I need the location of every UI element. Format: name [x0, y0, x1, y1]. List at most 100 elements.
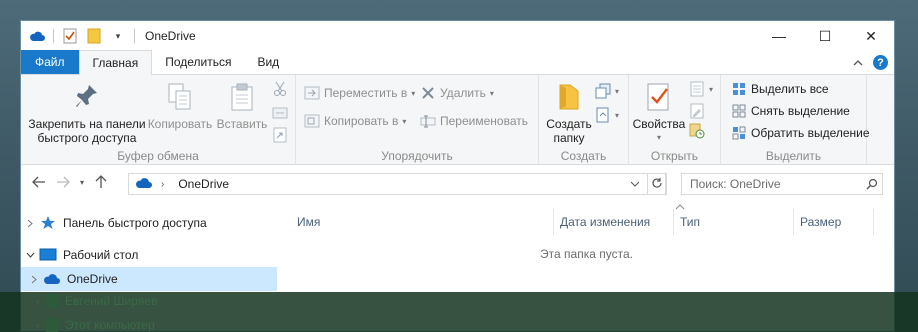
paste-button[interactable]: Вставить — [216, 81, 268, 131]
delete-button[interactable]: Удалить ▾ — [420, 85, 494, 101]
select-none-icon — [731, 103, 747, 119]
invert-selection-icon — [731, 125, 747, 141]
nav-item-quick-access[interactable]: Панель быстрого доступа — [21, 211, 277, 235]
minimize-button[interactable]: — — [756, 21, 802, 51]
group-open: Свойства ▾ ▾ Открыть — [629, 75, 721, 165]
easy-access-icon — [595, 107, 611, 123]
desktop-icon — [39, 247, 57, 263]
chevron-down-icon[interactable] — [21, 252, 39, 258]
copy-button[interactable]: Копировать — [147, 81, 213, 131]
help-icon[interactable]: ? — [873, 55, 888, 70]
toolbar-separator — [134, 29, 135, 43]
group-clipboard: Закрепить на панели быстрого доступа Коп… — [21, 75, 296, 165]
group-label-select: Выделить — [765, 149, 822, 163]
history-icon — [689, 123, 705, 139]
breadcrumb-location[interactable]: OneDrive — [178, 177, 229, 191]
maximize-button[interactable]: ☐ — [802, 21, 848, 51]
copy-path-button[interactable] — [272, 105, 288, 121]
tab-share[interactable]: Поделиться — [152, 50, 244, 74]
nav-item-this-pc[interactable]: › Этот компьютер — [36, 318, 155, 332]
chevron-down-icon: ▾ — [489, 88, 494, 98]
easy-access-button[interactable]: ▾ — [595, 107, 619, 123]
new-item-button[interactable]: ▾ — [595, 83, 619, 99]
properties-button[interactable]: Свойства ▾ — [631, 81, 687, 145]
customize-qat-icon[interactable]: ▾ — [110, 28, 126, 44]
refresh-button[interactable] — [647, 173, 667, 195]
history-button[interactable] — [689, 123, 705, 139]
chevron-right-icon[interactable] — [21, 219, 39, 228]
open-button[interactable]: ▾ — [689, 81, 713, 97]
chevron-right-icon[interactable] — [25, 275, 43, 284]
column-header-size[interactable]: Размер — [794, 211, 874, 233]
open-icon — [689, 81, 705, 97]
invert-selection-label: Обратить выделение — [751, 126, 870, 140]
pin-label-line2: быстрого доступа — [37, 131, 137, 145]
nav-item-user[interactable]: › Евгений Ширяев — [36, 294, 157, 308]
column-header-type[interactable]: Тип — [674, 211, 794, 233]
select-none-button[interactable]: Снять выделение — [731, 103, 850, 119]
new-folder-button[interactable]: Создать папку — [543, 81, 595, 145]
column-header-name[interactable]: Имя — [291, 211, 551, 233]
title-bar: ▾ OneDrive — ☐ ✕ — [21, 21, 894, 51]
folder-icon — [553, 81, 585, 113]
ribbon: Закрепить на панели быстрого доступа Коп… — [21, 75, 894, 165]
copy-path-icon — [272, 105, 288, 121]
up-arrow-icon[interactable] — [89, 170, 113, 194]
paste-shortcut-button[interactable] — [272, 127, 288, 143]
select-none-label: Снять выделение — [751, 104, 850, 118]
delete-x-icon — [420, 85, 436, 101]
chevron-down-icon: ▾ — [615, 110, 620, 120]
copy-label: Копировать — [147, 117, 213, 131]
invert-selection-button[interactable]: Обратить выделение — [731, 125, 870, 141]
edit-button[interactable] — [689, 103, 705, 119]
pin-quick-access-button[interactable]: Закрепить на панели быстрого доступа — [27, 81, 147, 145]
chevron-right-icon: › — [36, 320, 39, 330]
pin-icon — [71, 81, 103, 113]
move-to-button[interactable]: Переместить в ▾ — [304, 85, 415, 101]
forward-arrow-icon[interactable] — [51, 170, 75, 194]
pin-label-line1: Закрепить на панели — [28, 117, 146, 131]
nav-item-label: Евгений Ширяев — [65, 294, 158, 308]
properties-icon[interactable] — [62, 28, 78, 44]
properties-check-icon — [643, 81, 675, 113]
search-placeholder: Поиск: OneDrive — [690, 177, 781, 191]
nav-item-onedrive[interactable]: OneDrive — [21, 267, 277, 291]
rename-label: Переименовать — [440, 114, 528, 128]
column-header-date-modified[interactable]: Дата изменения — [554, 211, 674, 233]
chevron-down-icon: ▾ — [402, 116, 407, 126]
new-folder-label-line2: папку — [553, 131, 585, 145]
rename-button[interactable]: Переименовать — [420, 113, 528, 129]
collapse-ribbon-icon[interactable] — [853, 57, 863, 69]
address-history-chevron-icon[interactable] — [625, 181, 645, 187]
scissors-icon — [272, 81, 288, 97]
nav-item-desktop[interactable]: Рабочий стол — [21, 243, 277, 267]
tab-home[interactable]: Главная — [78, 50, 153, 75]
search-input[interactable]: Поиск: OneDrive — [681, 173, 883, 195]
ribbon-right-controls: ? — [853, 55, 888, 70]
ribbon-tabs: Файл Главная Поделиться Вид ? — [21, 50, 894, 75]
copy-to-label: Копировать в — [324, 114, 399, 128]
explorer-window: ▾ OneDrive — ☐ ✕ Файл Главная Поделиться… — [20, 20, 895, 332]
star-icon — [39, 215, 57, 231]
empty-folder-message: Эта папка пуста. — [540, 247, 633, 261]
back-arrow-icon[interactable] — [27, 170, 51, 194]
cut-button[interactable] — [272, 81, 288, 97]
window-title: OneDrive — [145, 29, 196, 43]
onedrive-cloud-icon — [135, 177, 153, 192]
tab-view[interactable]: Вид — [244, 50, 292, 74]
copy-to-button[interactable]: Копировать в ▾ — [304, 113, 406, 129]
search-icon[interactable] — [862, 178, 882, 190]
tab-file[interactable]: Файл — [21, 50, 79, 74]
select-all-label: Выделить все — [751, 82, 829, 96]
select-all-button[interactable]: Выделить все — [731, 81, 829, 97]
new-folder-icon[interactable] — [86, 28, 102, 44]
breadcrumb-separator-icon[interactable]: › — [161, 179, 164, 190]
close-button[interactable]: ✕ — [848, 21, 894, 51]
quick-access-toolbar: ▾ — [21, 28, 135, 44]
recent-locations-chevron-icon[interactable]: ▾ — [75, 170, 89, 194]
address-bar[interactable]: › OneDrive — [128, 173, 666, 195]
group-label-open: Открыть — [650, 149, 699, 163]
column-divider[interactable] — [873, 209, 874, 235]
onedrive-cloud-icon — [43, 271, 61, 287]
rename-icon — [420, 113, 436, 129]
